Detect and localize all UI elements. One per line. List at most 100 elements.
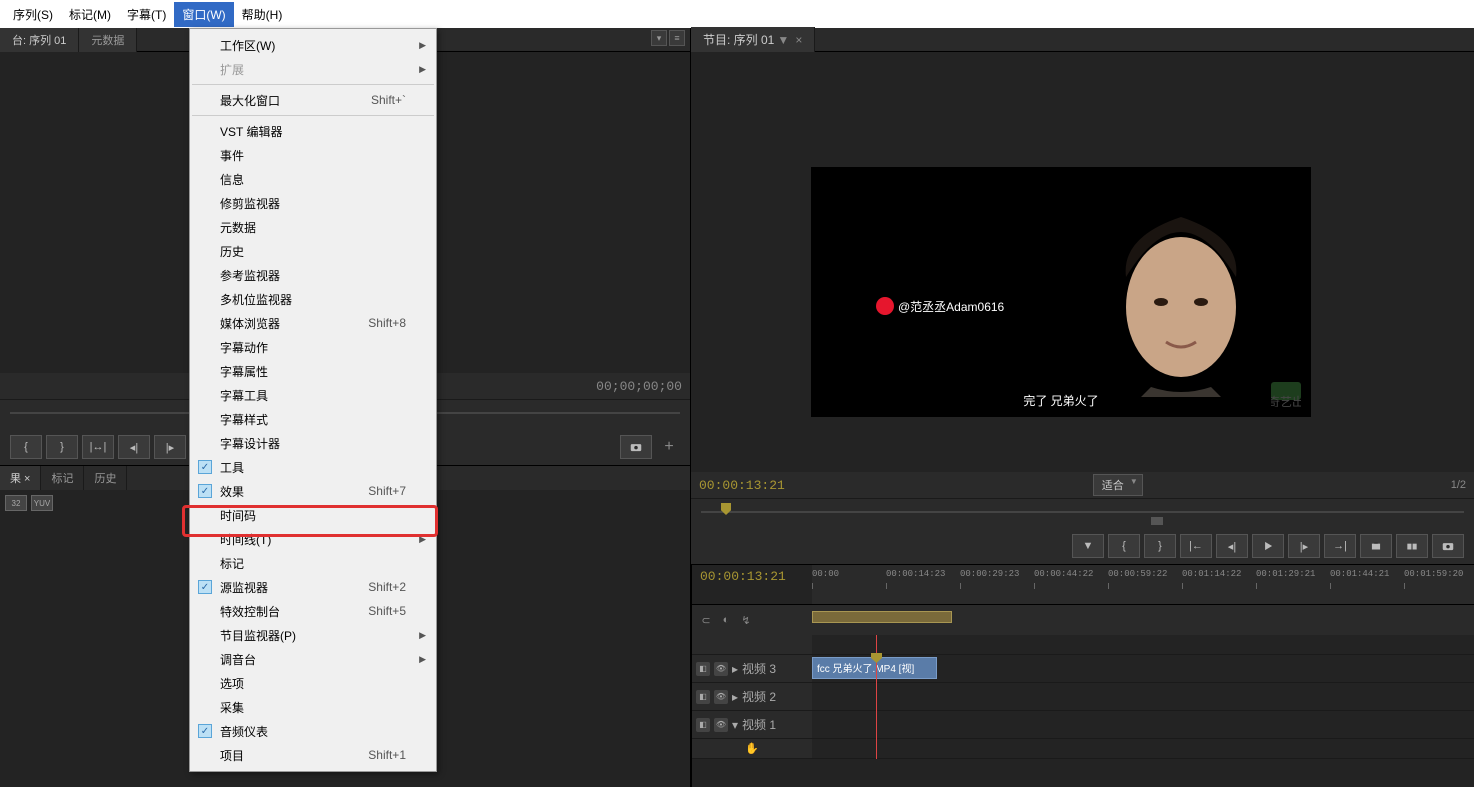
menu-item-[interactable]: 最大化窗口Shift+` xyxy=(190,88,436,112)
ruler-tick: 00:00:44:22 xyxy=(1034,569,1093,579)
track-head-v1[interactable]: ◧ 👁 ▾视频 1 xyxy=(692,711,812,738)
ruler-tick: 00:01:44:21 xyxy=(1330,569,1389,579)
export-frame-button[interactable] xyxy=(1432,534,1464,558)
source-tab-sequence[interactable]: 台: 序列 01 xyxy=(0,28,79,52)
menu-sequence[interactable]: 序列(S) xyxy=(5,2,61,27)
menu-item-[interactable]: 字幕样式 xyxy=(190,407,436,431)
hand-tool-icon[interactable]: ✋ xyxy=(744,741,760,757)
ruler-tick: 00:00:59:22 xyxy=(1108,569,1167,579)
menu-item-T[interactable]: 时间线(T)▶ xyxy=(190,527,436,551)
menu-item-[interactable]: 调音台▶ xyxy=(190,647,436,671)
goto-in-button[interactable]: |← xyxy=(1180,534,1212,558)
snapshot-button[interactable] xyxy=(620,435,652,459)
menu-item-[interactable]: 事件 xyxy=(190,143,436,167)
in-out-button[interactable]: |↔| xyxy=(82,435,114,459)
menu-title[interactable]: 字幕(T) xyxy=(119,2,174,27)
menu-item-[interactable]: 字幕工具 xyxy=(190,383,436,407)
menu-item-[interactable]: 字幕动作 xyxy=(190,335,436,359)
page-indicator: 1/2 xyxy=(1451,479,1466,491)
effects-tab-marker[interactable]: 标记 xyxy=(41,466,84,490)
menu-item-[interactable]: 修剪监视器 xyxy=(190,191,436,215)
program-tab[interactable]: 节目: 序列 01 ▼× xyxy=(691,27,815,52)
link-icon[interactable]: ↯ xyxy=(738,612,754,628)
menu-item-[interactable]: ✓音频仪表 xyxy=(190,719,436,743)
menu-item-W[interactable]: 工作区(W)▶ xyxy=(190,33,436,57)
menu-marker[interactable]: 标记(M) xyxy=(61,2,119,27)
track-head-v3[interactable]: ◧ 👁 ▸视频 3 xyxy=(692,655,812,682)
program-timecode: 00:00:13:21 xyxy=(699,478,785,493)
effects-tab-history[interactable]: 历史 xyxy=(84,466,127,490)
program-timecode-bar: 00:00:13:21 适合 1/2 xyxy=(691,472,1474,498)
video-preview: @范丞丞Adam0616 完了 兄弟火了 爱奇艺出品 xyxy=(811,167,1311,417)
ruler-tick: 00:00 xyxy=(812,569,839,579)
ruler-tick: 00:01:29:21 xyxy=(1256,569,1315,579)
step-forward-button[interactable]: |▸ xyxy=(1288,534,1320,558)
menu-item-[interactable]: ✓工具 xyxy=(190,455,436,479)
menu-item-: 扩展▶ xyxy=(190,57,436,81)
sync-icon[interactable]: ◐ xyxy=(718,612,734,628)
panel-options-icon[interactable]: ≡ xyxy=(669,30,685,46)
menu-item-[interactable]: ✓效果Shift+7 xyxy=(190,479,436,503)
svg-text:爱奇艺出品: 爱奇艺出品 xyxy=(1271,395,1301,407)
toggle-track-icon[interactable]: ◧ xyxy=(696,718,710,732)
step-back-button[interactable]: ◂| xyxy=(1216,534,1248,558)
badge-yuv: YUV xyxy=(31,495,53,511)
weibo-watermark: @范丞丞Adam0616 xyxy=(876,297,1004,315)
mark-in-button[interactable]: { xyxy=(10,435,42,459)
eye-icon[interactable]: 👁 xyxy=(714,718,728,732)
menu-item-[interactable]: 标记 xyxy=(190,551,436,575)
program-scrubber[interactable] xyxy=(691,498,1474,528)
work-area-bar[interactable] xyxy=(812,611,952,623)
panel-menu-icon[interactable]: ▾ xyxy=(651,30,667,46)
menu-item-[interactable]: 多机位监视器 xyxy=(190,287,436,311)
goto-out-button[interactable]: →| xyxy=(1324,534,1356,558)
lift-button[interactable] xyxy=(1360,534,1392,558)
timeline-panel: 00:00:13:21 00:0000:00:14:2300:00:29:230… xyxy=(691,564,1474,787)
video-subtitle: 完了 兄弟火了 xyxy=(1023,392,1098,409)
menu-item-[interactable]: 字幕设计器 xyxy=(190,431,436,455)
track-head-v2[interactable]: ◧ 👁 ▸视频 2 xyxy=(692,683,812,710)
eye-icon[interactable]: 👁 xyxy=(714,690,728,704)
mark-out-button[interactable]: } xyxy=(1144,534,1176,558)
menu-item-[interactable]: 项目Shift+1 xyxy=(190,743,436,767)
timeline-tracks: ◧ 👁 ▸视频 3 fcc 兄弟火了.MP4 [视] ◧ 👁 ▸视频 2 xyxy=(692,635,1474,759)
menu-item-[interactable]: 采集 xyxy=(190,695,436,719)
program-transport: ▼ { } |← ◂| |▸ →| xyxy=(691,528,1474,564)
menu-help[interactable]: 帮助(H) xyxy=(234,2,291,27)
scrubber-playhead[interactable] xyxy=(721,503,731,515)
menu-window[interactable]: 窗口(W) xyxy=(174,2,233,27)
timeline-ruler[interactable]: 00:0000:00:14:2300:00:29:2300:00:44:2200… xyxy=(812,565,1474,604)
effects-tab-result[interactable]: 果 × xyxy=(0,466,41,490)
snap-icon[interactable]: ⊂ xyxy=(698,612,714,628)
menu-item-P[interactable]: 节目监视器(P)▶ xyxy=(190,623,436,647)
menu-item-[interactable]: 历史 xyxy=(190,239,436,263)
add-marker-button[interactable]: ▼ xyxy=(1072,534,1104,558)
window-menu-dropdown: 工作区(W)▶扩展▶ 最大化窗口Shift+` VST 编辑器事件信息修剪监视器元数… xyxy=(189,28,437,772)
toggle-track-icon[interactable]: ◧ xyxy=(696,690,710,704)
menu-item-[interactable]: 元数据 xyxy=(190,215,436,239)
mark-in-button[interactable]: { xyxy=(1108,534,1140,558)
menu-item-[interactable]: 参考监视器 xyxy=(190,263,436,287)
source-tab-metadata[interactable]: 元数据 xyxy=(79,28,137,52)
mark-out-button[interactable]: } xyxy=(46,435,78,459)
iqiyi-watermark: 爱奇艺出品 xyxy=(1271,382,1301,407)
play-button[interactable] xyxy=(1252,534,1284,558)
extract-button[interactable] xyxy=(1396,534,1428,558)
timeline-playhead[interactable] xyxy=(876,635,877,759)
menu-item-[interactable]: 媒体浏览器Shift+8 xyxy=(190,311,436,335)
menu-item-[interactable]: 信息 xyxy=(190,167,436,191)
menu-item-[interactable]: ✓源监视器Shift+2 xyxy=(190,575,436,599)
menu-item-VST[interactable]: VST 编辑器 xyxy=(190,119,436,143)
step-fwd-button[interactable]: |▸ xyxy=(154,435,186,459)
menu-item-[interactable]: 选项 xyxy=(190,671,436,695)
menu-item-[interactable]: 时间码 xyxy=(190,503,436,527)
add-button[interactable]: + xyxy=(658,436,680,458)
toggle-track-icon[interactable]: ◧ xyxy=(696,662,710,676)
menu-item-[interactable]: 特效控制台Shift+5 xyxy=(190,599,436,623)
eye-icon[interactable]: 👁 xyxy=(714,662,728,676)
fit-dropdown[interactable]: 适合 xyxy=(1093,474,1143,496)
program-monitor: @范丞丞Adam0616 完了 兄弟火了 爱奇艺出品 xyxy=(691,52,1474,472)
menu-item-[interactable]: 字幕属性 xyxy=(190,359,436,383)
timeline-controls: ⊂ ◐ ↯ xyxy=(692,605,812,635)
step-back-button[interactable]: ◂| xyxy=(118,435,150,459)
